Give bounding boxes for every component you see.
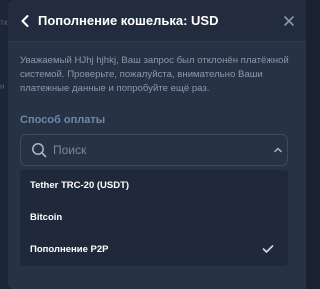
option-label: Tether TRC-20 (USDT) (30, 180, 130, 191)
wallet-topup-modal: Пополнение кошелька: USD Уважаемый HJhj … (8, 0, 306, 289)
background-page (0, 0, 8, 289)
check-icon (262, 245, 274, 253)
close-icon (284, 16, 294, 26)
payment-method-select[interactable] (20, 134, 288, 166)
chevron-left-icon (21, 15, 29, 27)
modal-title: Пополнение кошелька: USD (38, 13, 219, 28)
option-tether-trc20[interactable]: Tether TRC-20 (USDT) (20, 170, 288, 202)
payment-method-label: Способ оплаты (20, 114, 106, 126)
error-message: Уважаемый HJhj hjhkj, Ваш запрос был отк… (20, 55, 289, 94)
option-p2p[interactable]: Пополнение P2P (20, 234, 288, 266)
option-label: Bitcoin (30, 212, 63, 223)
search-icon (32, 143, 47, 158)
chevron-up-icon[interactable] (273, 146, 283, 154)
option-label: Пополнение P2P (30, 244, 109, 255)
modal-header: Пополнение кошелька: USD (8, 0, 306, 42)
close-button[interactable] (280, 12, 298, 30)
search-input[interactable] (53, 141, 253, 159)
back-button[interactable] (16, 12, 34, 30)
option-bitcoin[interactable]: Bitcoin (20, 202, 288, 234)
background-text: тк (0, 18, 8, 27)
payment-method-dropdown: Tether TRC-20 (USDT) Bitcoin Пополнение … (20, 170, 288, 266)
background-text: н (0, 82, 5, 91)
